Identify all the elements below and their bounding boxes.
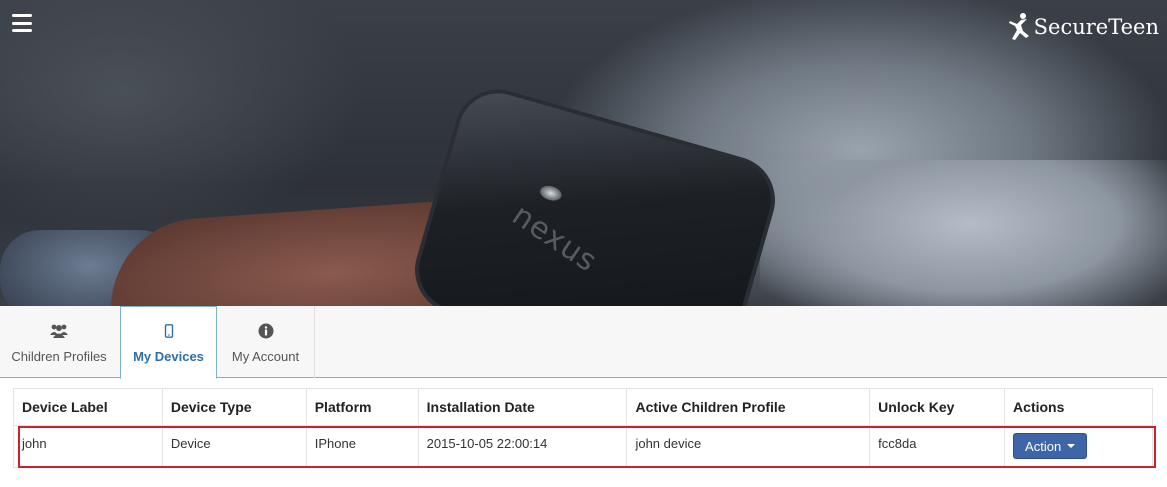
column-header-installation-date: Installation Date bbox=[417, 388, 628, 426]
column-header-actions: Actions bbox=[1004, 388, 1153, 426]
secureteen-logo[interactable]: SecureTeen bbox=[1007, 10, 1159, 44]
tabs-bar: Children Profiles My Devices My Account bbox=[0, 306, 1167, 379]
column-header-unlock-key: Unlock Key bbox=[869, 388, 1006, 426]
mobile-icon bbox=[159, 321, 179, 341]
hamburger-menu-icon[interactable] bbox=[12, 14, 32, 32]
caret-down-icon bbox=[1067, 444, 1076, 448]
cell-platform: IPhone bbox=[305, 425, 419, 468]
hero-background-shirt bbox=[760, 160, 1167, 306]
cell-actions: Action bbox=[1004, 425, 1153, 468]
table-row: john Device IPhone 2015-10-05 22:00:14 j… bbox=[13, 425, 1153, 468]
running-figure-icon bbox=[1008, 13, 1029, 40]
cell-device-type: Device bbox=[161, 425, 307, 468]
phone-brand-picture: nexus bbox=[505, 197, 604, 280]
column-header-platform: Platform bbox=[305, 388, 419, 426]
column-header-active-children-profile: Active Children Profile bbox=[626, 388, 871, 426]
cell-active-children-profile: john device bbox=[626, 425, 871, 468]
cell-unlock-key: fcc8da bbox=[869, 425, 1006, 468]
action-button-label: Action bbox=[1025, 438, 1062, 454]
cell-installation-date: 2015-10-05 22:00:14 bbox=[417, 425, 628, 468]
hero-background-phone: nexus bbox=[404, 78, 786, 306]
tab-label: My Account bbox=[231, 348, 300, 364]
action-dropdown-button[interactable]: Action bbox=[1013, 433, 1088, 459]
tab-my-account[interactable]: My Account bbox=[217, 306, 315, 378]
tab-children-profiles[interactable]: Children Profiles bbox=[0, 306, 118, 378]
tab-label: Children Profiles bbox=[11, 348, 107, 364]
cell-device-label: john bbox=[13, 425, 163, 468]
tab-my-devices[interactable]: My Devices bbox=[120, 306, 217, 379]
table-header-row: Device Label Device Type Platform Instal… bbox=[13, 388, 1153, 426]
tab-label: My Devices bbox=[133, 349, 204, 364]
users-icon bbox=[49, 321, 69, 341]
phone-camera-lens bbox=[538, 183, 564, 203]
logo-text: SecureTeen bbox=[1033, 15, 1159, 39]
devices-table: Device Label Device Type Platform Instal… bbox=[13, 388, 1153, 468]
column-header-device-type: Device Type bbox=[161, 388, 307, 426]
hero-banner: nexus SecureTeen bbox=[0, 0, 1167, 306]
column-header-device-label: Device Label bbox=[13, 388, 163, 426]
info-icon bbox=[256, 321, 276, 341]
